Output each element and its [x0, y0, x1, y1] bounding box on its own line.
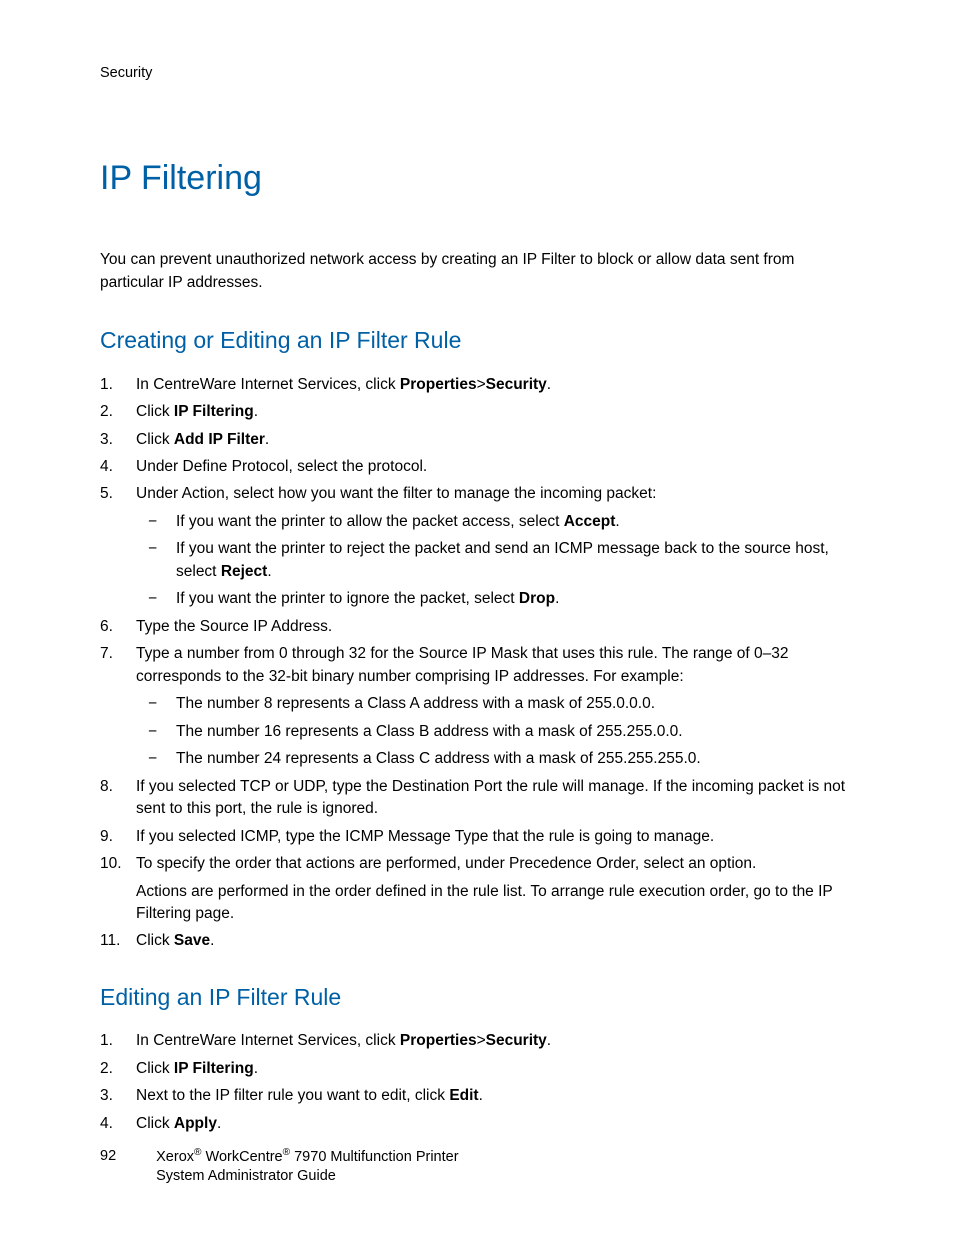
- footer-text: 7970 Multifunction Printer: [290, 1149, 458, 1165]
- step-item: Click IP Filtering.: [100, 401, 859, 423]
- step-item: Type the Source IP Address.: [100, 616, 859, 638]
- step-text: Click: [136, 1115, 174, 1132]
- sub-item: The number 24 represents a Class C addre…: [136, 748, 859, 770]
- sub-list: If you want the printer to allow the pac…: [136, 511, 859, 611]
- step-text: .: [265, 431, 269, 448]
- step-text: .: [254, 1060, 258, 1077]
- step-text: In CentreWare Internet Services, click: [136, 376, 400, 393]
- step-text: >: [477, 1032, 486, 1049]
- step-item: In CentreWare Internet Services, click P…: [100, 374, 859, 396]
- sub-item: The number 8 represents a Class A addres…: [136, 693, 859, 715]
- step-item: If you selected TCP or UDP, type the Des…: [100, 776, 859, 821]
- page-number: 92: [100, 1146, 116, 1167]
- bold-text: Add IP Filter: [174, 431, 265, 448]
- step-text: Click: [136, 932, 174, 949]
- step-text: Click: [136, 403, 174, 420]
- step-text: Actions are performed in the order defin…: [136, 881, 859, 926]
- step-text: If you want the printer to reject the pa…: [176, 540, 829, 579]
- bold-text: Security: [486, 376, 547, 393]
- bold-text: IP Filtering: [174, 1060, 254, 1077]
- step-item: To specify the order that actions are pe…: [100, 853, 859, 925]
- bold-text: Properties: [400, 376, 477, 393]
- bold-text: Properties: [400, 1032, 477, 1049]
- step-text: Click: [136, 1060, 174, 1077]
- step-text: .: [254, 403, 258, 420]
- section-heading-edit: Editing an IP Filter Rule: [100, 981, 859, 1014]
- step-text: To specify the order that actions are pe…: [136, 855, 756, 872]
- step-text: In CentreWare Internet Services, click: [136, 1032, 400, 1049]
- registered-icon: ®: [283, 1147, 290, 1158]
- step-text: Type a number from 0 through 32 for the …: [136, 645, 789, 684]
- steps-list-create: In CentreWare Internet Services, click P…: [100, 374, 859, 953]
- step-item: In CentreWare Internet Services, click P…: [100, 1030, 859, 1052]
- bold-text: Edit: [449, 1087, 478, 1104]
- step-text: Under Action, select how you want the fi…: [136, 485, 656, 502]
- bold-text: Apply: [174, 1115, 217, 1132]
- step-text: .: [547, 376, 551, 393]
- sub-item: The number 16 represents a Class B addre…: [136, 721, 859, 743]
- section-heading-create: Creating or Editing an IP Filter Rule: [100, 324, 859, 357]
- bold-text: Reject: [221, 563, 268, 580]
- step-text: .: [217, 1115, 221, 1132]
- step-item: Click Apply.: [100, 1113, 859, 1135]
- step-item: Click Save.: [100, 930, 859, 952]
- step-text: >: [477, 376, 486, 393]
- sub-item: If you want the printer to reject the pa…: [136, 538, 859, 583]
- bold-text: IP Filtering: [174, 403, 254, 420]
- product-footer: Xerox® WorkCentre® 7970 Multifunction Pr…: [156, 1146, 458, 1187]
- step-item: Type a number from 0 through 32 for the …: [100, 643, 859, 770]
- step-item: If you selected ICMP, type the ICMP Mess…: [100, 826, 859, 848]
- step-text: Click: [136, 431, 174, 448]
- registered-icon: ®: [194, 1147, 201, 1158]
- step-text: Next to the IP filter rule you want to e…: [136, 1087, 449, 1104]
- step-item: Click IP Filtering.: [100, 1058, 859, 1080]
- bold-text: Accept: [564, 513, 616, 530]
- step-text: .: [210, 932, 214, 949]
- page-footer: 92 Xerox® WorkCentre® 7970 Multifunction…: [100, 1146, 459, 1187]
- sub-item: If you want the printer to allow the pac…: [136, 511, 859, 533]
- bold-text: Drop: [519, 590, 555, 607]
- step-text: .: [547, 1032, 551, 1049]
- step-item: Under Action, select how you want the fi…: [100, 483, 859, 610]
- steps-list-edit: In CentreWare Internet Services, click P…: [100, 1030, 859, 1135]
- running-header: Security: [100, 63, 859, 84]
- page-title: IP Filtering: [100, 154, 859, 203]
- step-text: .: [479, 1087, 483, 1104]
- footer-text: WorkCentre: [202, 1149, 283, 1165]
- step-item: Under Define Protocol, select the protoc…: [100, 456, 859, 478]
- footer-text: Xerox: [156, 1149, 194, 1165]
- step-text: If you want the printer to ignore the pa…: [176, 590, 519, 607]
- intro-paragraph: You can prevent unauthorized network acc…: [100, 249, 859, 294]
- sub-list: The number 8 represents a Class A addres…: [136, 693, 859, 770]
- step-item: Next to the IP filter rule you want to e…: [100, 1085, 859, 1107]
- sub-item: If you want the printer to ignore the pa…: [136, 588, 859, 610]
- bold-text: Security: [486, 1032, 547, 1049]
- step-item: Click Add IP Filter.: [100, 429, 859, 451]
- footer-text: System Administrator Guide: [156, 1167, 458, 1187]
- bold-text: Save: [174, 932, 210, 949]
- step-text: .: [267, 563, 271, 580]
- step-text: If you want the printer to allow the pac…: [176, 513, 564, 530]
- step-text: .: [615, 513, 619, 530]
- step-text: .: [555, 590, 559, 607]
